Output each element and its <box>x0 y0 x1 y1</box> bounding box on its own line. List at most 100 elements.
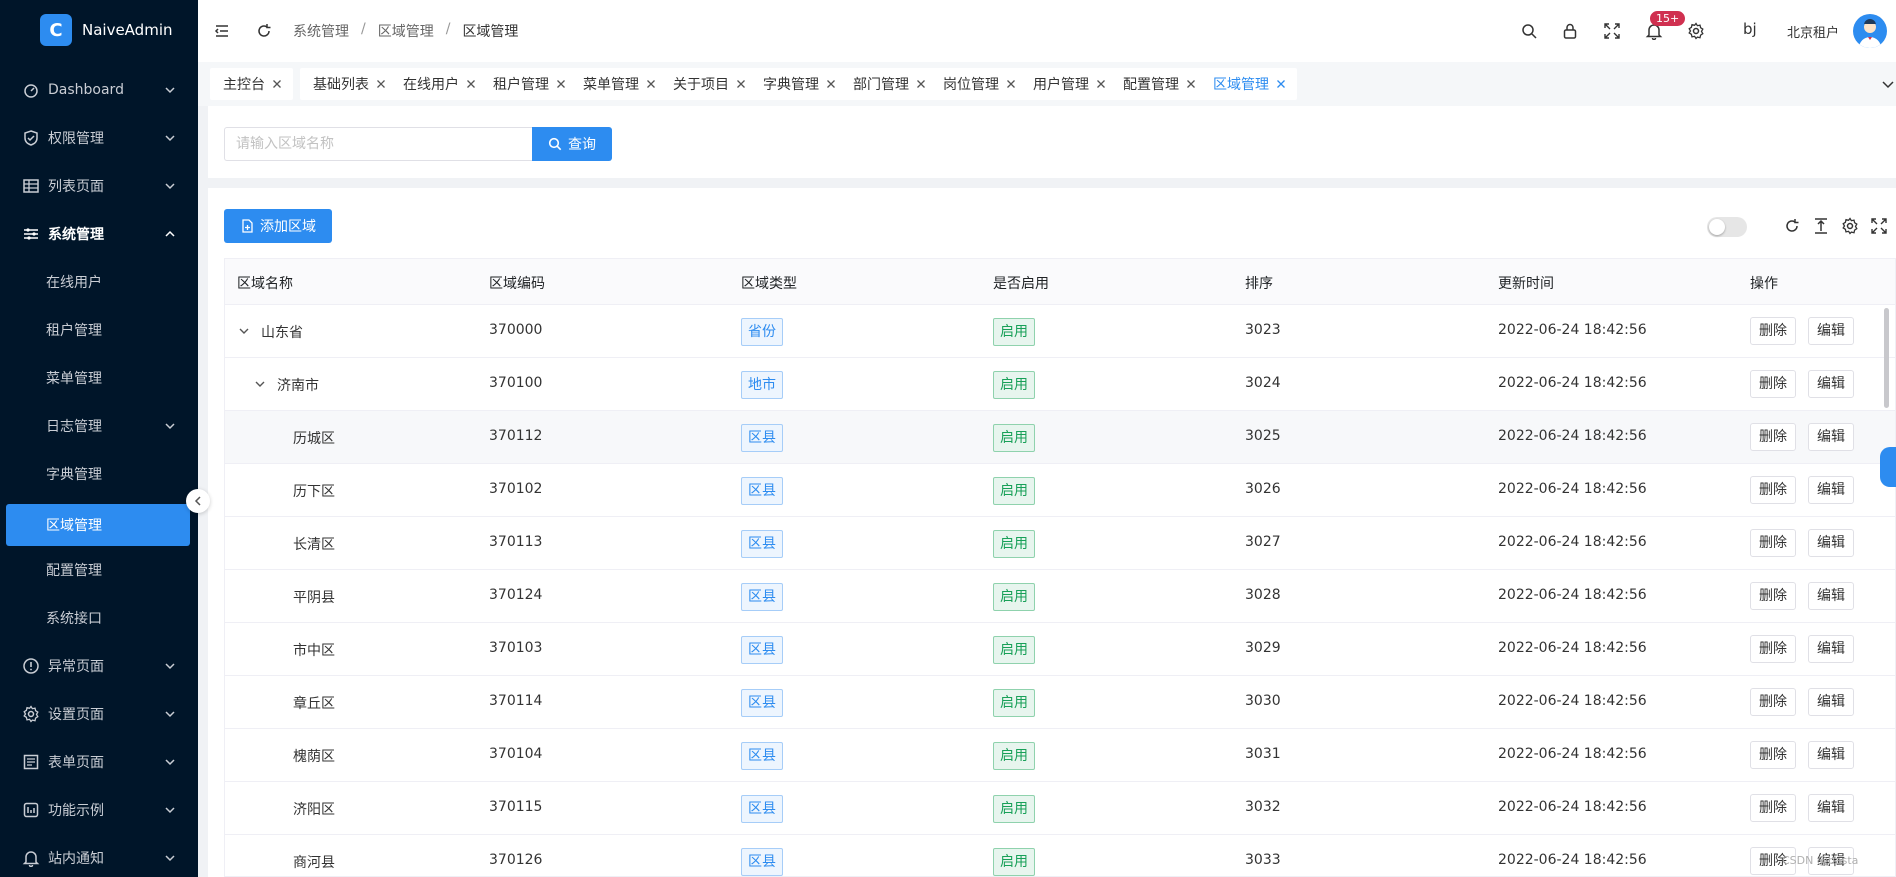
sidebar-subitem[interactable]: 系统接口 <box>0 598 198 638</box>
edit-button[interactable]: 编辑 <box>1808 317 1854 345</box>
close-icon[interactable] <box>825 78 837 90</box>
refresh-icon[interactable] <box>254 21 274 41</box>
page-tab[interactable]: 用户管理 <box>1020 68 1117 100</box>
breadcrumb-item[interactable]: 系统管理 <box>293 21 349 41</box>
sidebar-collapse-button[interactable] <box>186 489 210 513</box>
close-icon[interactable] <box>271 78 283 90</box>
menu-fold-icon[interactable] <box>212 21 232 41</box>
delete-button[interactable]: 删除 <box>1750 370 1796 398</box>
sidebar-item-group[interactable]: 功能示例 <box>0 790 198 830</box>
sidebar-item-group[interactable]: 列表页面 <box>0 166 198 206</box>
table-row[interactable]: 济南市 370100 地市 启用 3024 2022-06-24 18:42:56 删除 编辑 <box>225 358 1895 411</box>
settings-gear-icon[interactable] <box>1686 21 1706 41</box>
close-icon[interactable] <box>915 78 927 90</box>
sidebar-subitem[interactable]: 在线用户 <box>0 262 198 302</box>
delete-button[interactable]: 删除 <box>1750 794 1796 822</box>
column-height-icon[interactable] <box>1812 217 1830 235</box>
edit-button[interactable]: 编辑 <box>1808 794 1854 822</box>
page-tab[interactable]: 租户管理 <box>480 68 577 100</box>
delete-button[interactable]: 删除 <box>1750 423 1796 451</box>
table-row[interactable]: 长清区 370113 区县 启用 3027 2022-06-24 18:42:56 删除 编辑 <box>225 517 1895 570</box>
edit-button[interactable]: 编辑 <box>1808 582 1854 610</box>
chevron-down-icon[interactable] <box>237 324 251 338</box>
page-tab[interactable]: 菜单管理 <box>570 68 667 100</box>
sidebar-item-dashboard[interactable]: Dashboard <box>0 70 198 110</box>
sidebar-item-group[interactable]: 表单页面 <box>0 742 198 782</box>
lock-icon[interactable] <box>1560 21 1580 41</box>
tenant-name[interactable]: 北京租户 <box>1787 22 1839 41</box>
delete-button[interactable]: 删除 <box>1750 635 1796 663</box>
breadcrumb-item[interactable]: 区域管理 <box>378 21 434 41</box>
sidebar-item-group[interactable]: 权限管理 <box>0 118 198 158</box>
add-region-button[interactable]: 添加区域 <box>224 209 332 243</box>
page-tab[interactable]: 关于项目 <box>660 68 757 100</box>
page-tab[interactable]: 主控台 <box>210 68 293 100</box>
table-row[interactable]: 市中区 370103 区县 启用 3029 2022-06-24 18:42:56 删除 编辑 <box>225 623 1895 676</box>
side-drawer-tab[interactable] <box>1880 447 1896 487</box>
table-row[interactable]: 山东省 370000 省份 启用 3023 2022-06-24 18:42:56 删除 编辑 <box>225 305 1895 358</box>
edit-button[interactable]: 编辑 <box>1808 741 1854 769</box>
edit-button[interactable]: 编辑 <box>1808 370 1854 398</box>
alert-icon <box>22 657 40 675</box>
table-row[interactable]: 章丘区 370114 区县 启用 3030 2022-06-24 18:42:56 删除 编辑 <box>225 676 1895 729</box>
reload-icon[interactable] <box>1783 217 1801 235</box>
search-button[interactable]: 查询 <box>532 127 612 161</box>
close-icon[interactable] <box>735 78 747 90</box>
sidebar-item-group[interactable]: 设置页面 <box>0 694 198 734</box>
fullscreen-icon[interactable] <box>1870 217 1888 235</box>
column-settings-icon[interactable] <box>1841 217 1859 235</box>
close-icon[interactable] <box>1185 78 1197 90</box>
close-icon[interactable] <box>1275 78 1287 90</box>
page-tab[interactable]: 字典管理 <box>750 68 847 100</box>
table-row[interactable]: 商河县 370126 区县 启用 3033 2022-06-24 18:42:56 删除 编辑 <box>225 835 1895 876</box>
sidebar-subitem[interactable]: 日志管理 <box>0 406 198 446</box>
edit-button[interactable]: 编辑 <box>1808 688 1854 716</box>
delete-button[interactable]: 删除 <box>1750 741 1796 769</box>
search-icon[interactable] <box>1519 21 1539 41</box>
delete-button[interactable]: 删除 <box>1750 529 1796 557</box>
page-tab[interactable]: 部门管理 <box>840 68 937 100</box>
table-row[interactable]: 历城区 370112 区县 启用 3025 2022-06-24 18:42:56 删除 编辑 <box>225 411 1895 464</box>
edit-button[interactable]: 编辑 <box>1808 423 1854 451</box>
striped-toggle-switch[interactable] <box>1707 217 1747 237</box>
user-initials[interactable]: bj <box>1743 20 1757 38</box>
sidebar-subitem[interactable]: 菜单管理 <box>0 358 198 398</box>
page-tab[interactable]: 配置管理 <box>1110 68 1207 100</box>
region-name-search-input[interactable] <box>224 127 532 161</box>
fullscreen-icon[interactable] <box>1602 21 1622 41</box>
close-icon[interactable] <box>375 78 387 90</box>
sidebar-subitem[interactable]: 租户管理 <box>0 310 198 350</box>
edit-button[interactable]: 编辑 <box>1808 635 1854 663</box>
sidebar-item-group[interactable]: 异常页面 <box>0 646 198 686</box>
sidebar-item-group[interactable]: 站内通知 <box>0 838 198 877</box>
delete-button[interactable]: 删除 <box>1750 688 1796 716</box>
delete-button[interactable]: 删除 <box>1750 317 1796 345</box>
close-icon[interactable] <box>555 78 567 90</box>
page-tab[interactable]: 基础列表 <box>300 68 397 100</box>
app-logo[interactable]: C NaiveAdmin <box>0 0 198 60</box>
sidebar-subitem-label: 在线用户 <box>46 275 102 291</box>
avatar[interactable] <box>1853 14 1887 48</box>
close-icon[interactable] <box>645 78 657 90</box>
page-tab[interactable]: 区域管理 <box>1200 68 1297 100</box>
sidebar-item-group[interactable]: 系统管理 <box>0 214 198 254</box>
close-icon[interactable] <box>465 78 477 90</box>
close-icon[interactable] <box>1005 78 1017 90</box>
sidebar-subitem[interactable]: 字典管理 <box>0 454 198 494</box>
table-row[interactable]: 平阴县 370124 区县 启用 3028 2022-06-24 18:42:56 删除 编辑 <box>225 570 1895 623</box>
delete-button[interactable]: 删除 <box>1750 582 1796 610</box>
chevron-down-icon[interactable] <box>1880 76 1896 92</box>
table-scrollbar[interactable] <box>1884 308 1889 408</box>
table-row[interactable]: 济阳区 370115 区县 启用 3032 2022-06-24 18:42:56 删除 编辑 <box>225 782 1895 835</box>
table-row[interactable]: 历下区 370102 区县 启用 3026 2022-06-24 18:42:56 删除 编辑 <box>225 464 1895 517</box>
table-row[interactable]: 槐荫区 370104 区县 启用 3031 2022-06-24 18:42:56 删除 编辑 <box>225 729 1895 782</box>
edit-button[interactable]: 编辑 <box>1808 529 1854 557</box>
page-tab[interactable]: 在线用户 <box>390 68 487 100</box>
close-icon[interactable] <box>1095 78 1107 90</box>
chevron-down-icon[interactable] <box>253 377 267 391</box>
sidebar-subitem[interactable]: 区域管理 <box>6 504 190 546</box>
sidebar-subitem[interactable]: 配置管理 <box>0 550 198 590</box>
page-tab[interactable]: 岗位管理 <box>930 68 1027 100</box>
edit-button[interactable]: 编辑 <box>1808 476 1854 504</box>
delete-button[interactable]: 删除 <box>1750 476 1796 504</box>
